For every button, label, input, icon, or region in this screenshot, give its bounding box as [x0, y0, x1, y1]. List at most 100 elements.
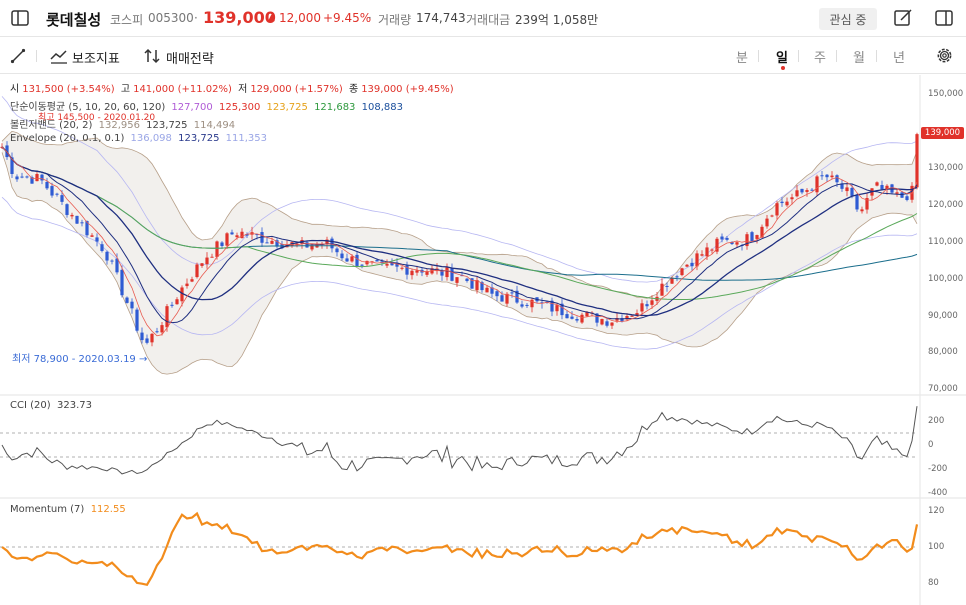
candle-body	[90, 235, 94, 237]
candle-body	[725, 237, 729, 240]
volume-label: 거래량	[378, 13, 412, 27]
close-value: 139,000 (+9.45%)	[361, 84, 454, 95]
settings-gear-icon[interactable]	[935, 46, 954, 65]
candle-body	[610, 322, 614, 326]
candle-body	[100, 244, 104, 251]
stock-name: 롯데칠성	[46, 11, 102, 29]
watchlist-button[interactable]: 관심 중	[819, 8, 877, 30]
candle-body	[190, 279, 194, 282]
candle-body	[795, 190, 799, 197]
envelope-legend: Envelope (20, 0.1, 0.1) 136,098 123,725 …	[10, 133, 267, 144]
sidebar-toggle-icon[interactable]	[10, 8, 30, 28]
candle-body	[75, 215, 79, 224]
candle-body	[580, 314, 584, 323]
candle-body	[600, 319, 604, 325]
bollinger-lower: 114,494	[193, 120, 236, 131]
candle-body	[570, 316, 574, 319]
candle-body	[235, 235, 239, 238]
current-price-tag: 139,000	[921, 127, 964, 139]
envelope-upper: 136,098	[130, 133, 172, 144]
candle-body	[135, 309, 139, 331]
stock-code: 005300	[148, 11, 194, 25]
current-price: 139,000	[203, 8, 276, 27]
price-axis-label: 120,000	[928, 200, 964, 210]
price-axis-label: 130,000	[928, 163, 964, 173]
candle-body	[575, 319, 579, 321]
price-axis-label: 150,000	[928, 89, 964, 99]
edit-icon[interactable]	[893, 8, 913, 28]
panel-toggle-icon[interactable]	[934, 8, 954, 28]
candle-body	[690, 262, 694, 267]
candle-body	[505, 293, 509, 304]
candle-body	[200, 263, 204, 266]
cci-line	[1, 406, 918, 475]
period-year-tab[interactable]: 년	[893, 47, 905, 66]
candle-body	[660, 283, 664, 296]
candle-body	[65, 204, 69, 215]
bollinger-legend: 볼린저밴드 (20, 2) 132,956 123,725 114,494	[10, 120, 236, 131]
candle-body	[915, 134, 919, 188]
candle-body	[230, 232, 234, 235]
candle-body	[385, 263, 389, 266]
cci-axis-label: -400	[928, 488, 948, 498]
momentum-line	[1, 511, 919, 587]
candle-body	[880, 185, 884, 190]
candle-body	[640, 303, 644, 312]
candle-body	[820, 175, 824, 177]
candle-body	[485, 287, 489, 293]
candle-body	[55, 193, 59, 195]
candle-body	[900, 192, 904, 198]
period-minute-tab[interactable]: 분	[736, 47, 748, 66]
stock-chart-canvas[interactable]	[0, 75, 966, 605]
candle-body	[850, 187, 854, 196]
candle-body	[350, 256, 354, 262]
indicator-icon[interactable]	[50, 48, 68, 64]
cci-axis-label: 200	[928, 416, 945, 426]
ohlc-legend: 시 131,500 (+3.54%) 고 141,000 (+11.02%) 저 12…	[10, 84, 454, 95]
period-week-tab[interactable]: 주	[814, 47, 826, 66]
price-axis-label: 80,000	[928, 347, 958, 357]
indicator-button[interactable]: 보조지표	[72, 48, 120, 67]
candle-body	[340, 253, 344, 259]
candle-body	[465, 278, 469, 282]
amount-value: 239억 1,058만	[515, 13, 599, 27]
candle-body	[60, 195, 64, 202]
candle-body	[210, 256, 214, 258]
candle-body	[805, 190, 809, 192]
candle-body	[175, 299, 179, 305]
candle-body	[785, 201, 789, 206]
candle-body	[20, 176, 24, 178]
candle-body	[705, 247, 709, 257]
strategy-icon[interactable]	[143, 48, 161, 64]
cci-legend: CCI (20) 323.73	[10, 400, 92, 411]
candle-body	[205, 257, 209, 265]
candle-body	[665, 285, 669, 287]
candle-body	[220, 242, 224, 247]
candle-body	[500, 295, 504, 302]
candle-body	[355, 254, 359, 266]
candle-body	[185, 283, 189, 287]
candle-body	[565, 314, 569, 319]
drawing-tool-icon[interactable]	[10, 48, 26, 64]
candle-body	[650, 300, 654, 305]
stock-header: 롯데칠성 코스피 005300 · 139,000 ▲ 12,000 +9.45…	[0, 0, 966, 37]
candle-body	[410, 270, 414, 276]
cci-axis-label: -200	[928, 464, 948, 474]
candle-body	[680, 268, 684, 276]
momentum-axis-label: 80	[928, 578, 939, 588]
strategy-button[interactable]: 매매전략	[166, 48, 214, 67]
period-month-tab[interactable]: 월	[853, 47, 865, 66]
candle-body	[25, 176, 29, 178]
ma60-value: 121,683	[314, 102, 356, 113]
price-axis-label: 90,000	[928, 311, 958, 321]
period-day-tab[interactable]: 일	[776, 47, 788, 66]
candle-body	[755, 235, 759, 239]
momentum-value: 112.55	[90, 504, 126, 515]
candle-body	[240, 231, 244, 239]
candle-body	[750, 232, 754, 242]
candle-body	[400, 267, 404, 269]
active-period-indicator	[781, 66, 785, 70]
candle-body	[800, 188, 804, 193]
candle-body	[265, 242, 269, 244]
price-axis-label: 110,000	[928, 237, 964, 247]
